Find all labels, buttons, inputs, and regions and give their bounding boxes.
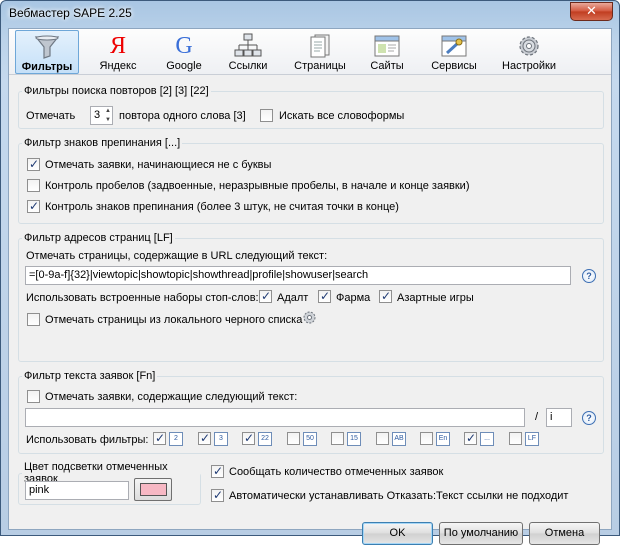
- report-count-checkbox[interactable]: [211, 464, 224, 478]
- color-picker-button[interactable]: [134, 478, 172, 501]
- punctuation-filter-legend: Фильтр знаков препинания [...]: [24, 137, 181, 149]
- regex-flags-input[interactable]: i: [546, 408, 572, 427]
- tab-filters-label: Фильтры: [21, 61, 73, 73]
- spin-up-icon[interactable]: ▲: [104, 107, 112, 115]
- punctuation-check-checkbox[interactable]: [27, 199, 40, 213]
- sitemap-icon: [234, 33, 262, 57]
- color-swatch: [140, 483, 167, 496]
- tab-sites[interactable]: Сайты: [355, 30, 419, 74]
- pharma-label: Фарма: [336, 292, 371, 304]
- settings-window: Вебмастер SAPE 2.25 ✕ Фильтры Я Яндекс G…: [0, 0, 620, 545]
- tools-window-icon: [441, 35, 467, 57]
- yandex-icon: Я: [109, 33, 126, 59]
- filter-15-checkbox[interactable]: [331, 432, 344, 445]
- text-filter-input[interactable]: [25, 408, 525, 427]
- repeat-count-value: 3: [94, 109, 101, 121]
- filter-2-checkbox[interactable]: [153, 431, 166, 445]
- tab-links[interactable]: Ссылки: [216, 30, 280, 74]
- tab-yandex[interactable]: Я Яндекс: [86, 30, 150, 74]
- url-filter-caption: Отмечать страницы, содержащие в URL след…: [26, 250, 328, 262]
- url-filter-legend: Фильтр адресов страниц [LF]: [24, 232, 173, 244]
- documents-icon: [310, 34, 330, 58]
- repeat-count-suffix: повтора одного слова [3]: [119, 110, 246, 122]
- mark-text-label: Отмечать заявки, содержащие следующий те…: [45, 391, 298, 403]
- repeat-filter-legend: Фильтры поиска повторов [2] [3] [22]: [24, 85, 209, 97]
- filter-15-tag: 15: [347, 432, 361, 446]
- pharma-checkbox[interactable]: [318, 289, 331, 303]
- filter-3-tag: 3: [214, 432, 228, 446]
- gambling-checkbox[interactable]: [379, 289, 392, 303]
- tab-yandex-label: Яндекс: [99, 60, 137, 72]
- auto-reject-label: Автоматически устанавливать Отказать:Тек…: [229, 490, 569, 502]
- mark-repeat-label: Отмечать: [26, 110, 76, 122]
- gear-icon[interactable]: [302, 310, 317, 325]
- filter-ab-checkbox[interactable]: [376, 432, 389, 445]
- funnel-icon: [34, 35, 60, 59]
- filter-3-checkbox[interactable]: [198, 431, 211, 445]
- browser-window-icon: [374, 35, 400, 57]
- filter-en-checkbox[interactable]: [420, 432, 433, 445]
- ok-button[interactable]: OK: [362, 522, 433, 545]
- local-blacklist-label: Отмечать страницы из локального черного …: [45, 314, 303, 326]
- all-wordforms-label: Искать все словоформы: [279, 110, 405, 122]
- tab-services[interactable]: Сервисы: [422, 30, 486, 74]
- filter-en-tag: En: [436, 432, 450, 446]
- url-pattern-input[interactable]: =[0-9a-f]{32}|viewtopic|showtopic|showth…: [25, 266, 571, 285]
- auto-reject-checkbox[interactable]: [211, 488, 224, 502]
- filter-2-tag: 2: [169, 432, 183, 446]
- google-icon: G: [175, 33, 193, 59]
- tab-settings-label: Настройки: [502, 60, 556, 72]
- spin-down-icon[interactable]: ▼: [104, 116, 112, 124]
- filter-22-tag: 22: [258, 432, 272, 446]
- dialog-body: Фильтры Я Яндекс G Google Ссылки Страниц…: [8, 28, 612, 545]
- filter-dots-checkbox[interactable]: [464, 431, 477, 445]
- stop-words-label: Использовать встроенные наборы стоп-слов…: [26, 292, 259, 304]
- spaces-check-label: Контроль пробелов (задвоенные, неразрывн…: [45, 180, 470, 192]
- filter-ab-tag: AB: [392, 432, 406, 446]
- filter-22-checkbox[interactable]: [242, 431, 255, 445]
- tab-links-label: Ссылки: [228, 60, 268, 72]
- tab-filters[interactable]: Фильтры: [15, 30, 79, 74]
- gambling-label: Азартные игры: [397, 292, 474, 304]
- filter-50-tag: 50: [303, 432, 317, 446]
- non-letter-start-label: Отмечать заявки, начинающиеся не с буквы: [45, 159, 272, 171]
- all-wordforms-checkbox[interactable]: [260, 109, 273, 122]
- gear-icon: [519, 36, 539, 56]
- tab-google-label: Google: [166, 60, 202, 72]
- repeat-count-stepper[interactable]: 3 ▲ ▼: [90, 106, 113, 125]
- toolbar: Фильтры Я Яндекс G Google Ссылки Страниц…: [9, 29, 611, 75]
- non-letter-start-checkbox[interactable]: [27, 157, 40, 171]
- text-help-icon[interactable]: ?: [582, 411, 596, 425]
- mark-text-checkbox[interactable]: [27, 390, 40, 403]
- tab-settings[interactable]: Настройки: [493, 30, 565, 74]
- text-filter-legend: Фильтр текста заявок [Fn]: [24, 370, 156, 382]
- tab-sites-label: Сайты: [370, 60, 404, 72]
- local-blacklist-checkbox[interactable]: [27, 313, 40, 326]
- tab-google[interactable]: G Google: [152, 30, 216, 74]
- adult-checkbox[interactable]: [259, 289, 272, 303]
- filter-50-checkbox[interactable]: [287, 432, 300, 445]
- tab-services-label: Сервисы: [431, 60, 477, 72]
- report-count-label: Сообщать количество отмеченных заявок: [229, 466, 444, 478]
- window-title: Вебмастер SAPE 2.25: [9, 6, 132, 20]
- filter-lf-tag: LF: [525, 432, 539, 446]
- cancel-button[interactable]: Отмена: [529, 522, 600, 545]
- spaces-check-checkbox[interactable]: [27, 179, 40, 192]
- filters-page: Фильтры поиска повторов [2] [3] [22] Отм…: [9, 76, 611, 545]
- url-help-icon[interactable]: ?: [582, 269, 596, 283]
- defaults-button[interactable]: По умолчанию: [439, 522, 523, 545]
- filter-dots-tag: ...: [480, 432, 494, 446]
- tab-pages-label: Страницы: [294, 60, 346, 72]
- punctuation-check-label: Контроль знаков препинания (более 3 штук…: [45, 201, 399, 213]
- filter-lf-checkbox[interactable]: [509, 432, 522, 445]
- adult-label: Адалт: [277, 292, 309, 304]
- title-bar[interactable]: Вебмастер SAPE 2.25 ✕: [1, 1, 619, 27]
- regex-separator: /: [535, 411, 539, 423]
- use-filters-label: Использовать фильтры:: [26, 434, 149, 446]
- tab-pages[interactable]: Страницы: [288, 30, 352, 74]
- highlight-color-input[interactable]: pink: [25, 481, 129, 500]
- close-button[interactable]: ✕: [570, 2, 613, 21]
